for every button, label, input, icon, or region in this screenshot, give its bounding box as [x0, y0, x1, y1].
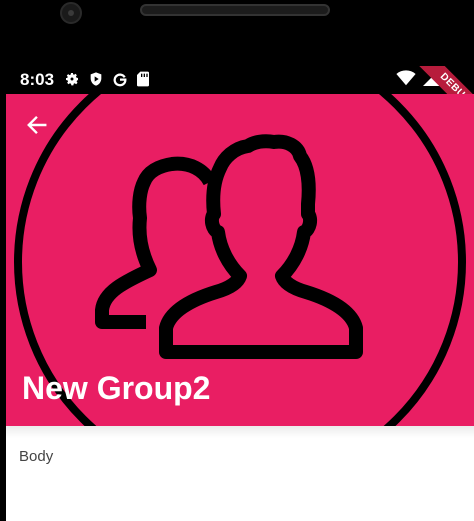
back-button[interactable] [22, 110, 52, 140]
sd-card-icon [137, 71, 149, 87]
status-icons-left [64, 71, 150, 87]
body-text: Body [19, 448, 54, 465]
settings-icon [66, 73, 79, 86]
front-camera [60, 2, 82, 24]
app-bar-shadow [6, 426, 474, 438]
google-icon [113, 73, 127, 87]
app-screen: New Group2 Body [6, 94, 474, 521]
status-time: 8:03 [20, 70, 55, 89]
sliver-app-bar: New Group2 [6, 94, 474, 426]
arrow-back-icon [27, 115, 47, 135]
device-frame: 8:03 DEBUG New Group2 Body [0, 0, 474, 521]
group-icon [95, 134, 363, 359]
page-title: New Group2 [22, 370, 211, 406]
earpiece-speaker [140, 4, 330, 16]
shield-play-icon [90, 72, 102, 86]
